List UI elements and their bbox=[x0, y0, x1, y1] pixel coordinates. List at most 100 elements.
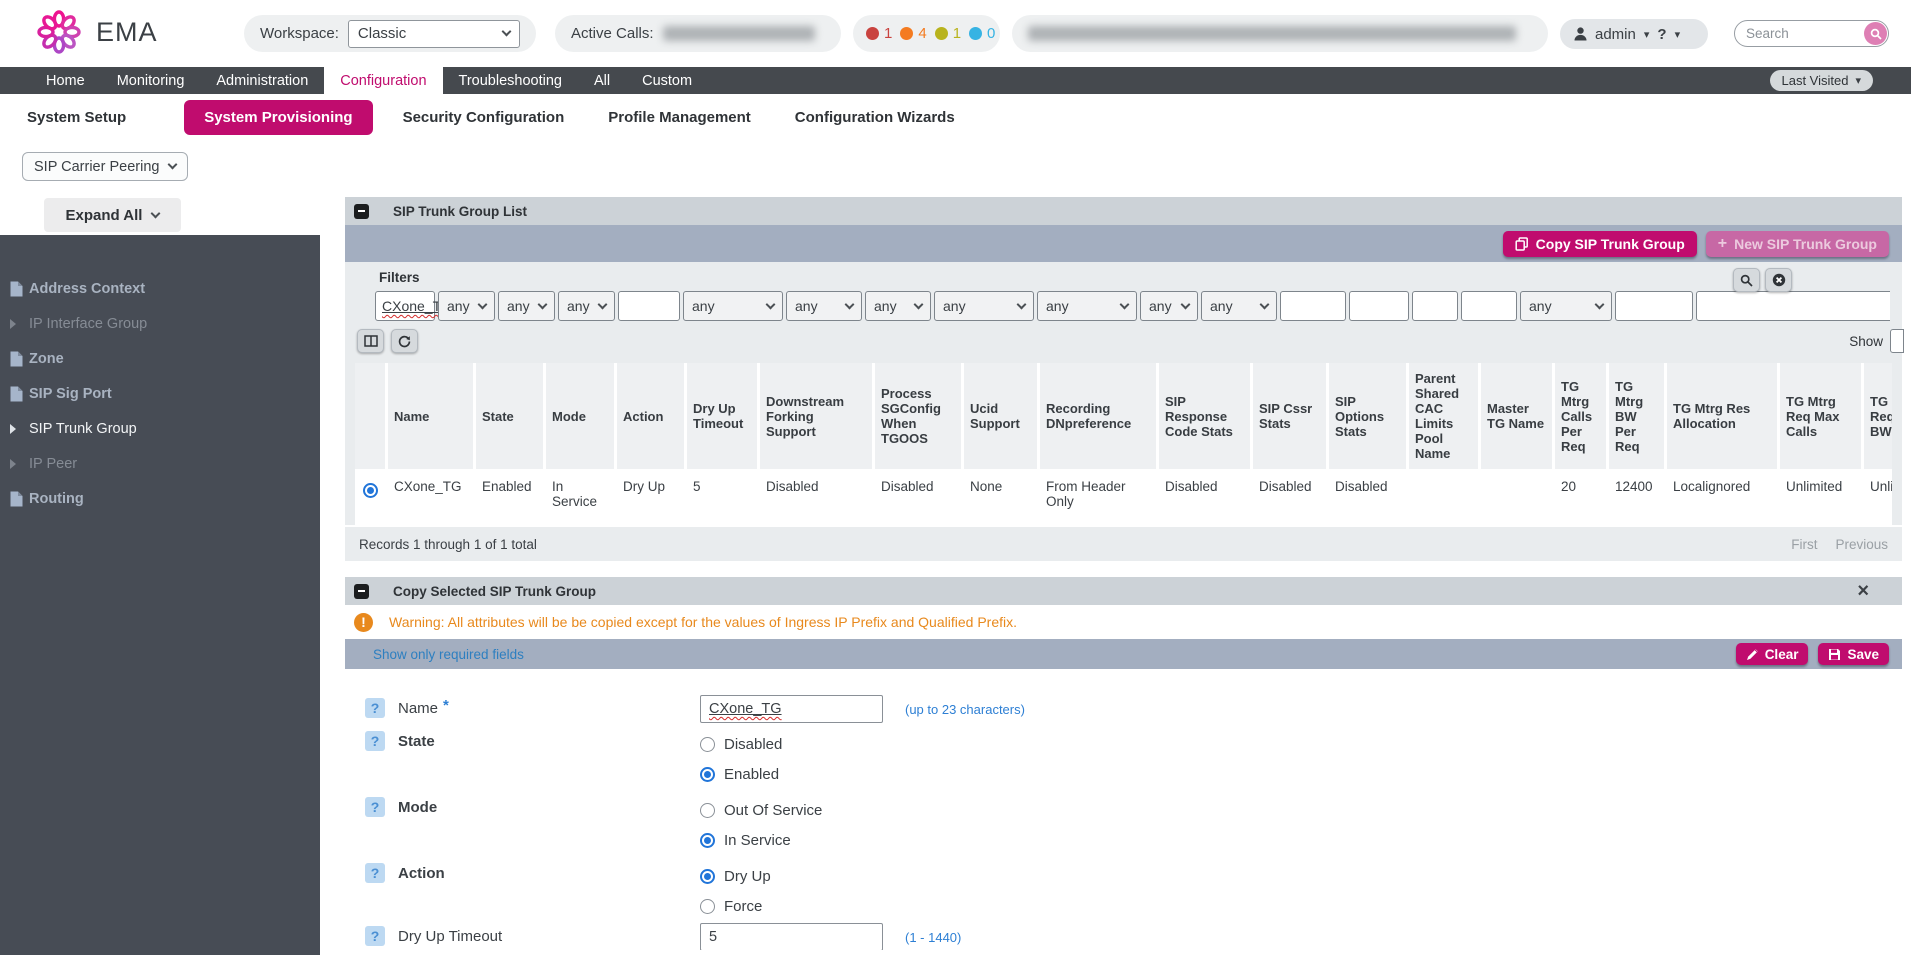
filter-select[interactable]: any bbox=[1201, 291, 1277, 321]
clear-filter-button[interactable] bbox=[1765, 268, 1792, 292]
document-icon bbox=[10, 351, 23, 367]
table-header-process-sgconfig-when-tgoos: Process SGConfig When TGOOS bbox=[875, 363, 961, 469]
mode-option-in-service[interactable]: In Service bbox=[700, 827, 822, 853]
nav-item-troubleshooting[interactable]: Troubleshooting bbox=[443, 67, 578, 94]
nav-item-custom[interactable]: Custom bbox=[626, 67, 708, 94]
radio-icon[interactable] bbox=[363, 483, 378, 498]
nav-item-monitoring[interactable]: Monitoring bbox=[101, 67, 201, 94]
tab-security-configuration[interactable]: Security Configuration bbox=[403, 100, 565, 135]
radio-icon[interactable] bbox=[700, 737, 715, 752]
help-icon[interactable]: ? bbox=[365, 863, 385, 883]
sidebar-item-ip-interface-group[interactable]: IP Interface Group bbox=[0, 306, 320, 341]
expand-all-button[interactable]: Expand All bbox=[44, 198, 181, 232]
search-button[interactable] bbox=[1864, 22, 1887, 45]
filter-select[interactable]: any bbox=[558, 291, 615, 321]
state-option-disabled[interactable]: Disabled bbox=[700, 731, 782, 757]
user-menu[interactable]: admin ▾ ? ▾ bbox=[1560, 19, 1708, 49]
sidebar-item-ip-peer[interactable]: IP Peer bbox=[0, 446, 320, 481]
trunk-group-table: NameStateModeActionDry Up TimeoutDownstr… bbox=[355, 363, 1892, 525]
filter-select[interactable]: any bbox=[1520, 291, 1612, 321]
filter-text-input[interactable] bbox=[1696, 291, 1890, 321]
sidebar-item-sip-trunk-group[interactable]: SIP Trunk Group bbox=[0, 411, 320, 446]
apply-filter-button[interactable] bbox=[1733, 268, 1760, 292]
sidebar-item-zone[interactable]: Zone bbox=[0, 341, 320, 376]
action-option-dry-up[interactable]: Dry Up bbox=[700, 863, 771, 889]
chevron-down-icon: ▾ bbox=[1675, 28, 1681, 41]
context-selector[interactable]: SIP Carrier Peering bbox=[22, 152, 188, 181]
filter-text-input[interactable] bbox=[618, 291, 680, 321]
filter-select[interactable]: any bbox=[1037, 291, 1137, 321]
filter-select[interactable]: any bbox=[683, 291, 783, 321]
mode-option-out-of-service[interactable]: Out Of Service bbox=[700, 797, 822, 823]
filters-label: Filters bbox=[379, 270, 1902, 285]
alarm-dot-icon bbox=[866, 27, 879, 40]
tab-profile-management[interactable]: Profile Management bbox=[608, 100, 751, 135]
chevron-down-icon bbox=[168, 160, 178, 170]
filter-text-input[interactable] bbox=[1461, 291, 1517, 321]
filter-text-input[interactable] bbox=[1412, 291, 1458, 321]
last-visited-button[interactable]: Last Visited ▾ bbox=[1770, 70, 1874, 91]
collapse-panel-icon[interactable] bbox=[354, 204, 369, 219]
help-icon[interactable]: ? bbox=[365, 797, 385, 817]
nav-item-home[interactable]: Home bbox=[30, 67, 101, 94]
sidebar-item-routing[interactable]: Routing bbox=[0, 481, 320, 516]
state-option-enabled[interactable]: Enabled bbox=[700, 761, 782, 787]
system-info-pill bbox=[1012, 15, 1548, 52]
filter-select[interactable]: any bbox=[865, 291, 931, 321]
filter-select[interactable]: any bbox=[498, 291, 555, 321]
document-icon bbox=[10, 491, 23, 507]
new-sip-trunk-group-button[interactable]: + New SIP Trunk Group bbox=[1706, 231, 1889, 257]
app-logo: EMA bbox=[36, 9, 158, 55]
filter-select[interactable]: any bbox=[438, 291, 495, 321]
name-input[interactable]: CXone_TG bbox=[700, 695, 883, 723]
sidebar-item-sip-sig-port[interactable]: SIP Sig Port bbox=[0, 376, 320, 411]
copy-sip-trunk-group-button[interactable]: Copy SIP Trunk Group bbox=[1503, 231, 1697, 257]
filter-select[interactable]: any bbox=[786, 291, 862, 321]
help-icon[interactable]: ? bbox=[365, 698, 385, 718]
row-select-radio[interactable] bbox=[355, 471, 385, 523]
clear-button[interactable]: Clear bbox=[1736, 643, 1809, 665]
table-header-row: NameStateModeActionDry Up TimeoutDownstr… bbox=[355, 363, 1892, 469]
radio-icon[interactable] bbox=[700, 803, 715, 818]
save-button[interactable]: Save bbox=[1818, 643, 1889, 665]
close-icon[interactable]: × bbox=[1857, 581, 1869, 601]
records-text: Records 1 through 1 of 1 total bbox=[359, 537, 537, 552]
filter-select[interactable]: any bbox=[934, 291, 1034, 321]
filter-text-input[interactable] bbox=[1615, 291, 1693, 321]
tab-configuration-wizards[interactable]: Configuration Wizards bbox=[795, 100, 955, 135]
dry-up-timeout-input[interactable]: 5 bbox=[700, 923, 883, 950]
show-required-fields-link[interactable]: Show only required fields bbox=[373, 647, 524, 662]
collapse-panel-icon[interactable] bbox=[354, 584, 369, 599]
sidebar-item-address-context[interactable]: Address Context bbox=[0, 271, 320, 306]
action-option-force[interactable]: Force bbox=[700, 893, 771, 919]
table-header-mode: Mode bbox=[546, 363, 614, 469]
help-icon[interactable]: ? bbox=[365, 926, 385, 946]
tab-system-setup[interactable]: System Setup bbox=[27, 100, 126, 135]
radio-icon[interactable] bbox=[700, 833, 715, 848]
help-button[interactable]: ? bbox=[1657, 26, 1666, 43]
dry-up-timeout-hint: (1 - 1440) bbox=[905, 930, 961, 945]
refresh-button[interactable] bbox=[391, 329, 418, 353]
pencil-icon bbox=[1746, 648, 1759, 661]
filter-text-input[interactable] bbox=[1349, 291, 1409, 321]
filter-select[interactable]: any bbox=[1140, 291, 1198, 321]
radio-icon[interactable] bbox=[700, 899, 715, 914]
choose-columns-button[interactable] bbox=[357, 329, 384, 353]
sidebar-item-label: IP Peer bbox=[29, 456, 77, 472]
workspace-select[interactable]: Classic bbox=[348, 20, 520, 48]
nav-item-administration[interactable]: Administration bbox=[200, 67, 324, 94]
pagination-first[interactable]: First bbox=[1791, 537, 1817, 552]
filter-text-input[interactable]: CXone_TG bbox=[375, 291, 435, 321]
chevron-down-icon bbox=[1017, 299, 1027, 309]
page-size-select[interactable] bbox=[1890, 329, 1904, 353]
radio-icon[interactable] bbox=[700, 767, 715, 782]
pagination-previous[interactable]: Previous bbox=[1835, 537, 1888, 552]
nav-item-all[interactable]: All bbox=[578, 67, 626, 94]
filter-text-input[interactable] bbox=[1280, 291, 1346, 321]
radio-icon[interactable] bbox=[700, 869, 715, 884]
table-header-sip-cssr-stats: SIP Cssr Stats bbox=[1253, 363, 1326, 469]
workspace-label: Workspace: bbox=[260, 25, 339, 42]
nav-item-configuration[interactable]: Configuration bbox=[324, 67, 442, 94]
help-icon[interactable]: ? bbox=[365, 731, 385, 751]
tab-system-provisioning[interactable]: System Provisioning bbox=[184, 100, 372, 135]
